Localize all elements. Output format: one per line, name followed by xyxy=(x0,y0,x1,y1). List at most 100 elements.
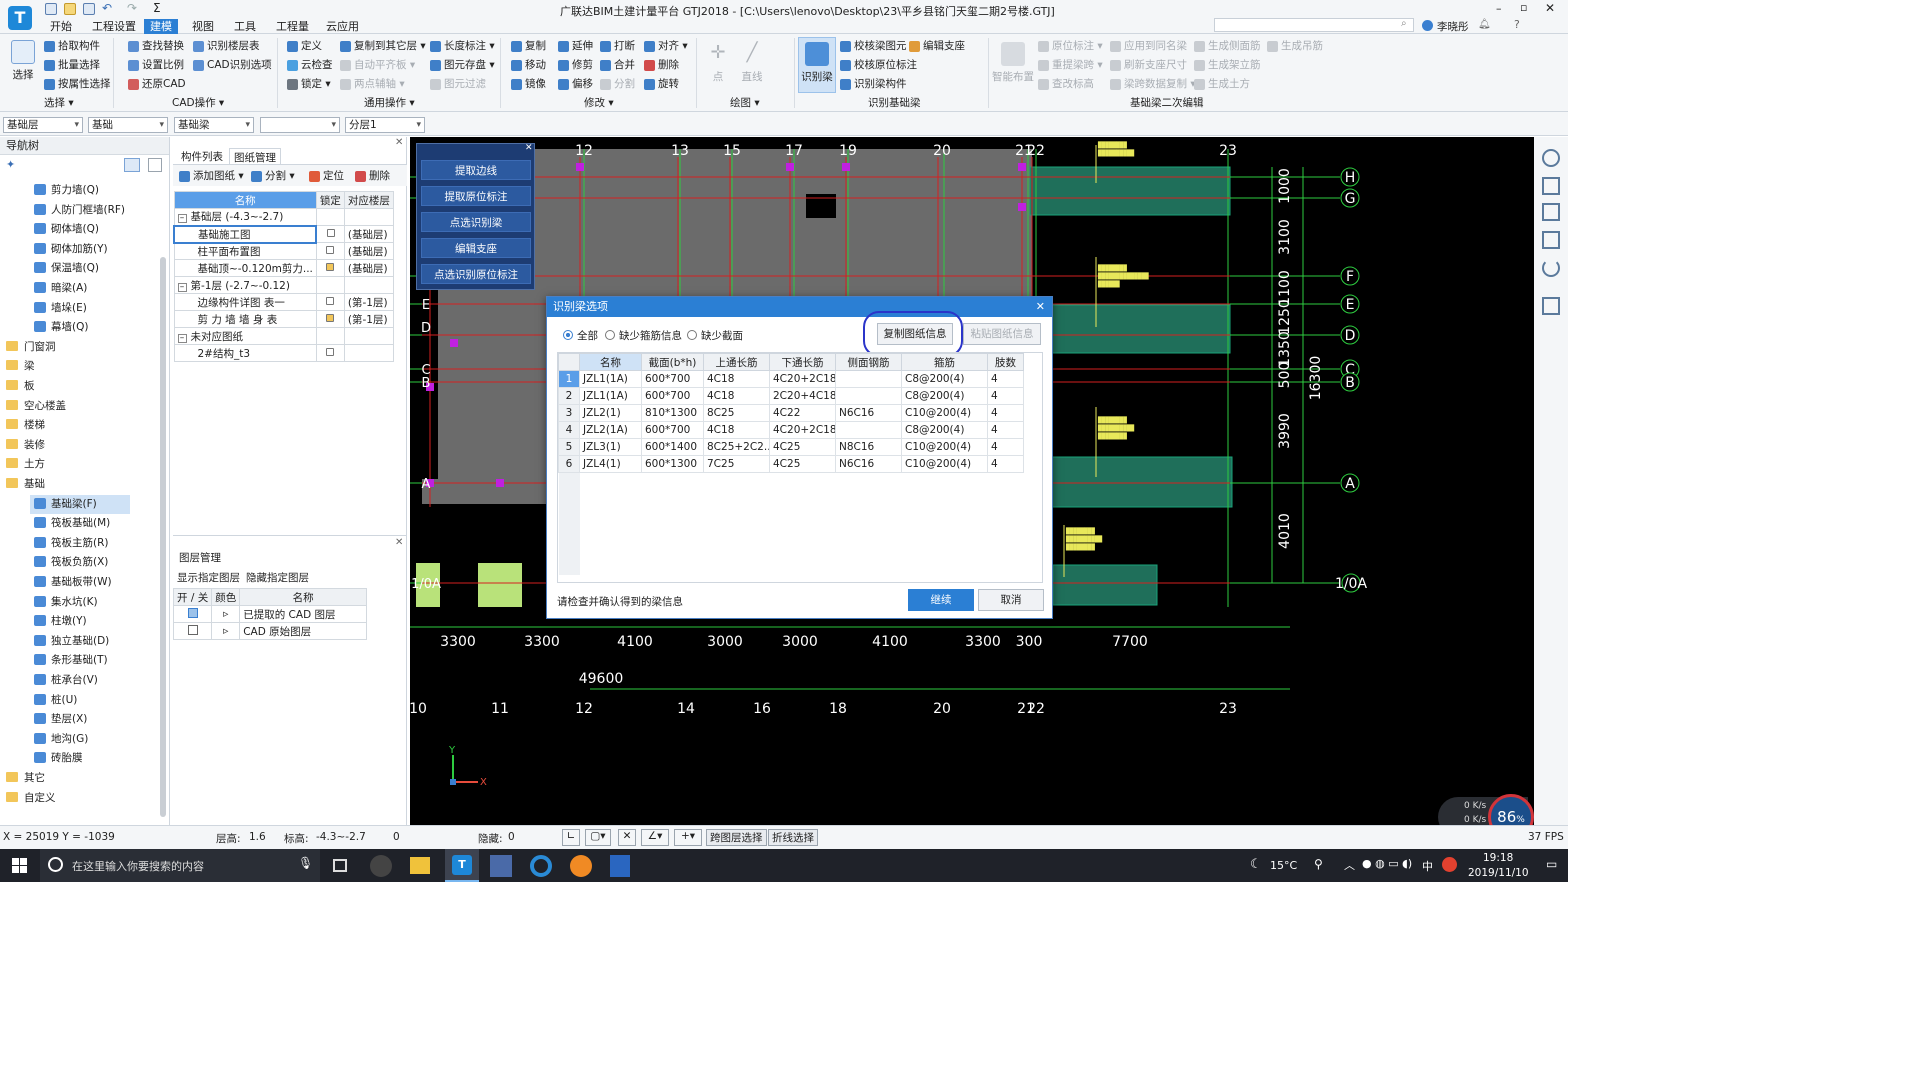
tab-component-list[interactable]: 构件列表 xyxy=(177,148,227,164)
table-row[interactable]: 柱平面布置图 (基础层) xyxy=(173,242,394,260)
nav-item[interactable]: 桩(U) xyxy=(34,691,77,710)
gtj-app-icon[interactable]: T xyxy=(445,849,479,882)
menu-view[interactable]: 视图 xyxy=(186,19,220,34)
gen-earthwork-button[interactable]: 生成土方 xyxy=(1192,76,1250,93)
lock-icon[interactable] xyxy=(326,297,335,305)
nav-item[interactable]: 暗梁(A) xyxy=(34,279,87,298)
menu-start[interactable]: 开始 xyxy=(44,19,78,34)
rotate-button[interactable]: 旋转 xyxy=(642,76,679,93)
find-replace-button[interactable]: 查找替换 xyxy=(126,38,184,55)
nav-item[interactable]: 垫层(X) xyxy=(34,710,87,729)
copy-button[interactable]: 复制 xyxy=(509,38,546,55)
nav-item[interactable]: 保温墙(Q) xyxy=(34,259,99,278)
search-box[interactable] xyxy=(1214,18,1414,32)
nav-item[interactable]: 条形基础(T) xyxy=(34,651,108,670)
user-avatar-icon[interactable] xyxy=(1422,20,1433,31)
taskbar-search[interactable]: 在这里输入你要搜索的内容 🎙︎ xyxy=(40,849,320,882)
table-row[interactable]: 2 JZL1(1A) 600*700 4C18 2C20+4C18 C8@200(4) 4 xyxy=(558,387,1024,405)
nav-scrollbar[interactable] xyxy=(160,257,166,817)
lock-icon[interactable] xyxy=(326,246,335,254)
show-layer-option[interactable]: 显示指定图层 xyxy=(177,570,240,585)
cad-recognition-options-button[interactable]: CAD识别选项 xyxy=(191,57,272,74)
lock-button[interactable]: 锁定 ▾ xyxy=(285,76,331,93)
nav-item[interactable]: 集水坑(K) xyxy=(34,593,98,612)
layer-checkbox[interactable] xyxy=(187,607,198,618)
lock-cell[interactable] xyxy=(315,344,345,362)
tray-arrow-icon[interactable]: ︿ xyxy=(1344,857,1355,873)
table-row[interactable]: 4 JZL2(1A) 600*700 4C18 4C20+2C18 C8@200(4) 4 xyxy=(558,421,1024,439)
nav-item[interactable]: 砖胎膜 xyxy=(34,749,83,768)
view-3d-icon[interactable] xyxy=(1542,177,1560,195)
ime-indicator[interactable]: 中 xyxy=(1422,858,1433,874)
ortho-toggle[interactable]: ∟ xyxy=(562,829,580,846)
table-row[interactable]: – 未对应图纸 xyxy=(173,327,394,345)
nav-item[interactable]: 墙垛(E) xyxy=(34,299,87,318)
table-row[interactable]: 6 JZL4(1) 600*1300 7C25 4C25 N6C16 C10@200(4) 4 xyxy=(558,455,1024,473)
nav-item[interactable]: 基础梁(F) xyxy=(30,494,130,514)
restore-icon[interactable]: ▫ xyxy=(1520,1,1527,14)
line-button[interactable]: ╱ 直线 xyxy=(738,42,766,84)
gen-erection-bar-button[interactable]: 生成架立筋 xyxy=(1192,57,1261,74)
break-button[interactable]: 打断 xyxy=(598,38,635,55)
re-extract-span-button[interactable]: 重提梁跨 ▾ xyxy=(1036,57,1103,74)
offset-button[interactable]: 偏移 xyxy=(556,76,593,93)
collapse-icon[interactable]: – xyxy=(177,333,187,343)
in-situ-annotation-button[interactable]: 原位标注 ▾ xyxy=(1036,38,1103,55)
align-button[interactable]: 对齐 ▾ xyxy=(642,38,688,55)
nav-item[interactable]: 地沟(G) xyxy=(34,730,88,749)
save-icon[interactable] xyxy=(83,3,95,15)
cancel-button[interactable]: 取消 xyxy=(978,589,1044,611)
hide-layer-option[interactable]: 隐藏指定图层 xyxy=(246,570,309,585)
gen-hanger-bar-button[interactable]: 生成吊筋 xyxy=(1265,38,1323,55)
list-view-icon[interactable] xyxy=(124,158,140,172)
batch-select-button[interactable]: 批量选择 xyxy=(42,57,100,74)
table-row[interactable]: 2#结构_t3 xyxy=(173,344,394,362)
lock-cell[interactable] xyxy=(315,327,345,345)
layer-select[interactable]: 分层1 xyxy=(345,117,425,133)
minimize-icon[interactable]: – xyxy=(1496,2,1502,15)
pick-recognize-beam-button[interactable]: 点选识别梁 xyxy=(421,212,531,232)
trim-button[interactable]: 修剪 xyxy=(556,57,593,74)
delete-drawing-button[interactable]: 删除 xyxy=(353,168,390,185)
two-point-aux-axis-button[interactable]: 两点辅轴 ▾ xyxy=(338,76,405,93)
component-type-select[interactable]: 基础梁 xyxy=(174,117,254,133)
new-file-icon[interactable] xyxy=(45,3,57,15)
nav-item[interactable]: 自定义 xyxy=(6,789,56,808)
table-row[interactable]: – 第-1层 (-2.7~-0.12) xyxy=(173,276,394,294)
table-row[interactable]: 3 JZL2(1) 810*1300 8C25 4C22 N6C16 C10@200(4) 4 xyxy=(558,404,1024,422)
box-view-icon[interactable] xyxy=(1542,231,1560,249)
microphone-icon[interactable]: 🎙︎ xyxy=(298,856,313,870)
windows-start-icon[interactable] xyxy=(12,858,27,873)
smart-layout-button[interactable]: 智能布置 xyxy=(992,42,1034,84)
nav-item[interactable]: 幕墙(Q) xyxy=(34,318,88,337)
grid-view-icon[interactable] xyxy=(148,158,162,172)
pick-component-button[interactable]: 拾取构件 xyxy=(42,38,100,55)
cross-layer-select-button[interactable]: 跨图层选择 xyxy=(706,829,767,846)
radio-missing-stirrup[interactable]: 缺少箍筋信息 xyxy=(605,328,682,343)
panel-close-icon[interactable]: ✕ xyxy=(395,537,403,548)
restore-cad-button[interactable]: 还原CAD xyxy=(126,76,186,93)
save-element-button[interactable]: 图元存盘 ▾ xyxy=(428,57,495,74)
component-select[interactable] xyxy=(260,117,340,133)
paste-drawing-info-button[interactable]: 粘贴图纸信息 xyxy=(963,323,1041,345)
close-window-icon[interactable]: ✕ xyxy=(1545,1,1555,15)
nav-item[interactable]: 其它 xyxy=(6,769,45,788)
menu-modeling[interactable]: 建模 xyxy=(144,19,178,34)
copy-span-data-button[interactable]: 梁跨数据复制 ▾ xyxy=(1108,76,1196,93)
orbit-icon[interactable] xyxy=(1542,149,1560,167)
apply-same-name-beam-button[interactable]: 应用到同名梁 xyxy=(1108,38,1187,55)
extract-edge-button[interactable]: 提取边线 xyxy=(421,160,531,180)
shield-app-icon[interactable] xyxy=(610,855,630,877)
panel-close-icon[interactable]: ✕ xyxy=(395,137,403,148)
pin-icon[interactable]: ✦ xyxy=(6,158,15,171)
nav-item[interactable]: 筏板基础(M) xyxy=(34,514,110,533)
table-row[interactable]: – 基础层 (-4.3~-2.7) xyxy=(173,208,394,226)
radio-missing-section[interactable]: 缺少截面 xyxy=(687,328,743,343)
nav-item[interactable]: 空心楼盖 xyxy=(6,397,66,416)
menu-cloud[interactable]: 云应用 xyxy=(320,19,365,34)
check-in-situ-annotation-button[interactable]: 校核原位标注 xyxy=(838,57,917,74)
collapse-icon[interactable]: – xyxy=(177,214,187,224)
lock-cell[interactable] xyxy=(315,225,345,243)
element-filter-button[interactable]: 图元过滤 xyxy=(428,76,486,93)
layer-checkbox[interactable] xyxy=(187,624,198,635)
